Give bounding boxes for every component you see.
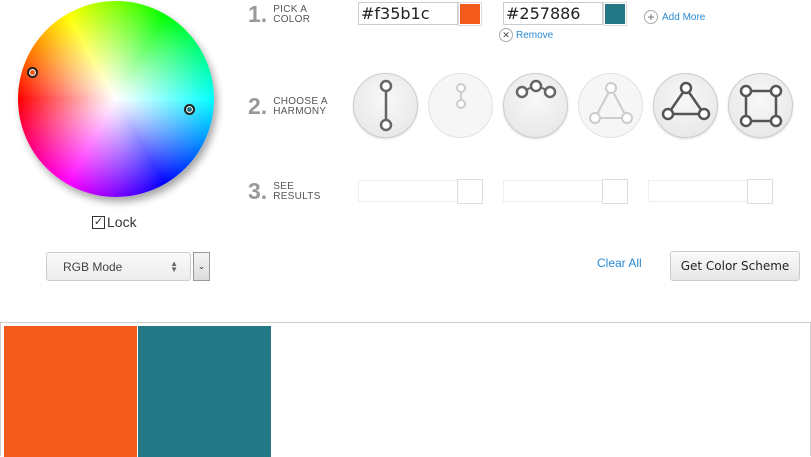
color-marker-orange[interactable] [27, 67, 38, 78]
harmony-complementary[interactable] [353, 73, 418, 138]
triad-dim-icon [589, 82, 633, 124]
step-label: PICK A COLOR [273, 4, 311, 25]
chevron-down-icon[interactable]: ⌄ [193, 252, 210, 281]
step-number: 1. [248, 1, 268, 27]
add-more-label: Add More [662, 11, 706, 23]
color-marker-teal[interactable] [184, 104, 195, 115]
color-wheel-saturation [18, 1, 214, 197]
remove-label: Remove [516, 29, 554, 41]
harmony-analogous[interactable] [503, 73, 568, 138]
step-pick-color: 1. PICK A COLOR [248, 1, 343, 27]
plus-icon: + [644, 10, 658, 24]
color-2-swatch[interactable] [603, 2, 627, 26]
harmony-tetrad[interactable] [728, 73, 793, 138]
palette-swatch-1 [4, 326, 137, 457]
step-number: 3. [248, 178, 268, 204]
lock-label: Lock [107, 214, 137, 230]
lock-checkbox[interactable]: ✓ [92, 215, 105, 229]
triad-icon [661, 81, 711, 121]
add-more-button[interactable]: + Add More [644, 10, 705, 24]
color-2-hex-input[interactable]: #257886 [503, 2, 603, 25]
close-icon: ✕ [499, 28, 513, 42]
step-number: 2. [248, 93, 268, 119]
step-label: SEE RESULTS [273, 181, 321, 202]
sort-arrows-icon: ▲ ▼ [170, 259, 178, 274]
harmony-triad[interactable] [653, 73, 718, 138]
step-label: CHOOSE A HARMONY [273, 96, 328, 117]
mode-select-value: RGB Mode [63, 259, 123, 274]
lock-toggle[interactable]: ✓ Lock [92, 214, 137, 230]
harmony-split-complementary[interactable] [578, 73, 643, 138]
palette-swatch-2 [138, 326, 271, 457]
step-see-results: 3. SEE RESULTS [248, 178, 343, 204]
mode-select[interactable]: RGB Mode ▲ ▼ [46, 252, 191, 281]
harmony-split[interactable] [428, 73, 493, 138]
step-choose-harmony: 2. CHOOSE A HARMONY [248, 93, 343, 119]
color-1-swatch[interactable] [458, 2, 482, 26]
tetrad-icon [739, 84, 783, 128]
get-color-scheme-button[interactable]: Get Color Scheme [670, 251, 800, 281]
color-1-hex-input[interactable]: #f35b1c [358, 2, 458, 25]
split-small-icon [456, 83, 466, 109]
analogous-icon [515, 79, 557, 99]
palette-preview [0, 322, 811, 457]
remove-color-button[interactable]: ✕ Remove [499, 28, 553, 42]
complementary-icon [379, 79, 393, 132]
clear-all-link[interactable]: Clear All [597, 256, 642, 270]
color-wheel[interactable] [18, 1, 214, 197]
